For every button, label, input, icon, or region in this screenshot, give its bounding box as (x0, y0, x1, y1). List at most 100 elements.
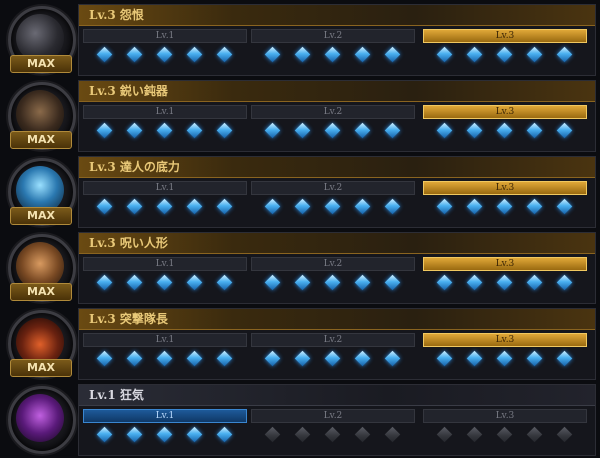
gem-icon (96, 122, 113, 139)
skill-row[interactable]: MAX Lv.3 鋭い鈍器 Lv.1 Lv.2 Lv.3 (0, 78, 600, 154)
gem-icon (294, 198, 311, 215)
skill-header: Lv.3 怨恨 (79, 5, 595, 26)
gem-icon (186, 122, 203, 139)
max-badge: MAX (10, 131, 72, 149)
tier-lv3[interactable]: Lv.3 (423, 257, 587, 297)
tier-label: Lv.3 (423, 409, 587, 423)
gem-icon (294, 350, 311, 367)
skill-row[interactable]: MAX Lv.3 達人の底力 Lv.1 Lv.2 Lv.3 (0, 154, 600, 230)
max-badge: MAX (10, 55, 72, 73)
skill-panel: Lv.1 狂気 Lv.1 Lv.2 Lv.3 (78, 384, 596, 456)
gem-icon (556, 426, 573, 443)
gem-row (83, 121, 245, 143)
tier-lv3[interactable]: Lv.3 (423, 29, 587, 69)
gem-icon (496, 274, 513, 291)
gem-icon (294, 46, 311, 63)
tier-label: Lv.3 (423, 333, 587, 347)
tier-lv1[interactable]: Lv.1 (83, 333, 247, 373)
gem-icon (354, 46, 371, 63)
gem-icon (294, 426, 311, 443)
tier-label: Lv.3 (423, 181, 587, 195)
skill-portrait[interactable]: MAX (4, 4, 76, 76)
gem-icon (556, 198, 573, 215)
tier-label: Lv.1 (83, 105, 247, 119)
gem-icon (354, 274, 371, 291)
tier-label: Lv.1 (83, 333, 247, 347)
gem-icon (126, 122, 143, 139)
skill-panel: Lv.3 呪い人形 Lv.1 Lv.2 Lv.3 (78, 232, 596, 304)
tier-lv3[interactable]: Lv.3 (423, 105, 587, 145)
skill-portrait[interactable]: MAX (4, 156, 76, 228)
skill-row[interactable]: MAX Lv.3 突撃隊長 Lv.1 Lv.2 Lv.3 (0, 306, 600, 382)
gem-icon (126, 46, 143, 63)
tier-lv1[interactable]: Lv.1 (83, 409, 247, 449)
gem-icon (126, 198, 143, 215)
gem-icon (324, 274, 341, 291)
tier-lv2[interactable]: Lv.2 (251, 29, 415, 69)
tier-lv2[interactable]: Lv.2 (251, 257, 415, 297)
tier-lv1[interactable]: Lv.1 (83, 29, 247, 69)
tier-lv3[interactable]: Lv.3 (423, 409, 587, 449)
tier-label: Lv.2 (251, 29, 415, 43)
gem-icon (264, 426, 281, 443)
gem-row (251, 197, 413, 219)
gem-icon (186, 350, 203, 367)
gem-icon (126, 350, 143, 367)
tier-lv3[interactable]: Lv.3 (423, 333, 587, 373)
skill-portrait[interactable]: MAX (4, 232, 76, 304)
tier-lv2[interactable]: Lv.2 (251, 181, 415, 221)
gem-row (251, 273, 413, 295)
skill-portrait[interactable]: MAX (4, 308, 76, 380)
gem-icon (354, 122, 371, 139)
gem-icon (324, 426, 341, 443)
skill-panel: Lv.3 怨恨 Lv.1 Lv.2 Lv.3 (78, 4, 596, 76)
skill-portrait[interactable]: MAX (4, 80, 76, 152)
skill-portrait[interactable] (4, 384, 76, 456)
skill-row[interactable]: MAX Lv.3 怨恨 Lv.1 Lv.2 Lv.3 (0, 2, 600, 78)
gem-icon (324, 198, 341, 215)
tier-lv1[interactable]: Lv.1 (83, 181, 247, 221)
gem-row (423, 45, 585, 67)
gem-icon (96, 198, 113, 215)
tier-lv3[interactable]: Lv.3 (423, 181, 587, 221)
gem-icon (496, 122, 513, 139)
tier-label: Lv.3 (423, 29, 587, 43)
gem-icon (324, 350, 341, 367)
tier-label: Lv.3 (423, 105, 587, 119)
gem-icon (526, 122, 543, 139)
skill-header: Lv.3 突撃隊長 (79, 309, 595, 330)
tier-lv1[interactable]: Lv.1 (83, 257, 247, 297)
tier-label: Lv.1 (83, 409, 247, 423)
gem-row (83, 273, 245, 295)
skill-title: Lv.3 達人の底力 (89, 160, 180, 174)
gem-icon (526, 198, 543, 215)
gem-icon (466, 426, 483, 443)
gem-icon (384, 198, 401, 215)
gem-row (83, 45, 245, 67)
gem-icon (466, 46, 483, 63)
tier-lv2[interactable]: Lv.2 (251, 333, 415, 373)
max-badge: MAX (10, 283, 72, 301)
gem-icon (556, 274, 573, 291)
gem-icon (466, 198, 483, 215)
gem-icon (556, 46, 573, 63)
gem-icon (384, 426, 401, 443)
tier-lv2[interactable]: Lv.2 (251, 105, 415, 145)
skill-row[interactable]: MAX Lv.3 呪い人形 Lv.1 Lv.2 Lv.3 (0, 230, 600, 306)
gem-icon (324, 122, 341, 139)
skill-row[interactable]: Lv.1 狂気 Lv.1 Lv.2 Lv.3 (0, 382, 600, 458)
gem-icon (294, 274, 311, 291)
gem-icon (186, 426, 203, 443)
tier-lv2[interactable]: Lv.2 (251, 409, 415, 449)
gem-icon (384, 350, 401, 367)
gem-row (423, 425, 585, 447)
skill-panel: Lv.3 鋭い鈍器 Lv.1 Lv.2 Lv.3 (78, 80, 596, 152)
gem-icon (556, 122, 573, 139)
skill-header: Lv.1 狂気 (79, 385, 595, 406)
gem-icon (156, 198, 173, 215)
tier-lv1[interactable]: Lv.1 (83, 105, 247, 145)
gem-icon (264, 274, 281, 291)
gem-icon (384, 46, 401, 63)
gem-icon (496, 46, 513, 63)
skill-header: Lv.3 達人の底力 (79, 157, 595, 178)
